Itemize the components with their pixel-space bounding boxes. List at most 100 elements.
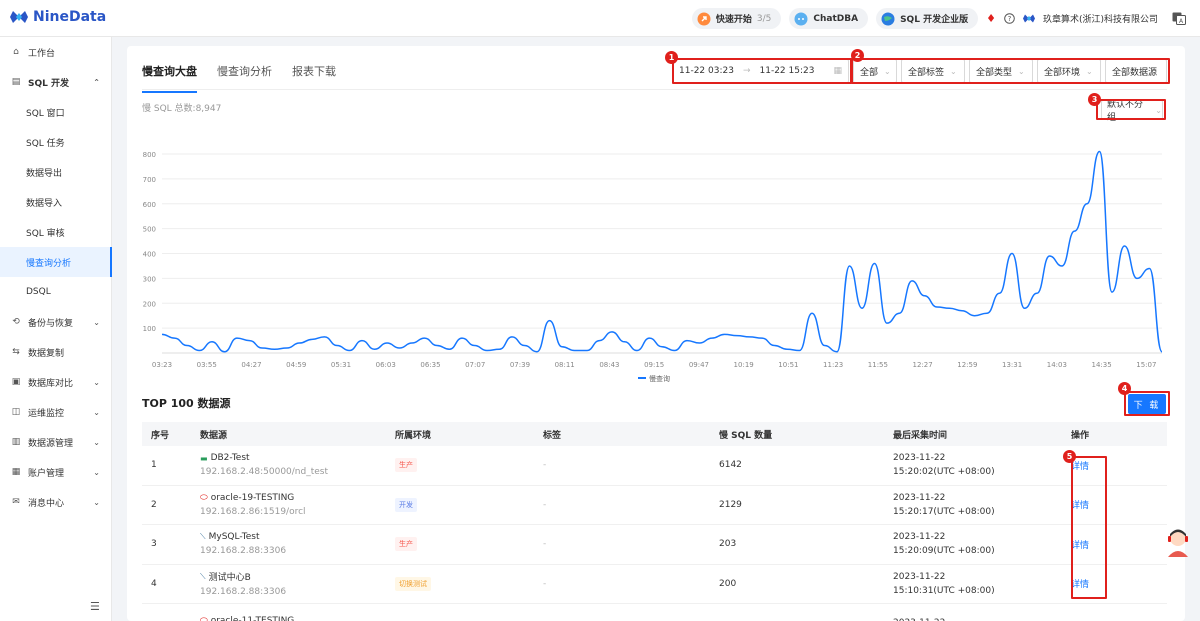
mysql-icon: ⟍	[200, 532, 206, 542]
cell-no: 1	[151, 460, 157, 471]
table-row: 2 ⬭ oracle-19-TESTING 192.168.2.86:1519/orc…	[142, 486, 1167, 525]
env-badge: 切换测试	[395, 576, 431, 591]
tag-select-value: 全部标签	[908, 67, 945, 78]
chevron-down-icon: ⌄	[1155, 105, 1162, 115]
brand-logo[interactable]: NineData	[10, 9, 106, 25]
sidebar-item-label: SQL 窗口	[26, 108, 65, 119]
sidebar-item-slow-query[interactable]: 慢查询分析	[0, 247, 112, 277]
x-tick-label: 09:47	[689, 361, 709, 369]
datasource-name[interactable]: ▬ DB2-Test	[200, 453, 395, 463]
x-tick-label: 15:07	[1136, 361, 1156, 369]
sidebar-item-label: 数据源管理	[28, 438, 74, 449]
slow-sql-total: 慢 SQL 总数:8,947	[142, 104, 222, 114]
cell-last-time: 2023-11-22 15:20:02(UTC +08:00)	[893, 451, 1071, 479]
date-end[interactable]: 11-22 15:23	[760, 66, 815, 76]
translate-icon[interactable]: A	[1172, 12, 1186, 25]
annotation-badge-5: 5	[1063, 450, 1076, 463]
sidebar-item-sql-audit[interactable]: SQL 审核	[0, 217, 112, 247]
collapse-menu-icon[interactable]: ☰	[90, 600, 100, 613]
cell-env: 生产	[395, 537, 543, 552]
x-tick-label: 05:31	[331, 361, 351, 369]
detail-link[interactable]: 详情	[1071, 577, 1167, 590]
datasource-name[interactable]: ⟍ 测试中心B	[200, 570, 395, 584]
datasource-name[interactable]: ⬭oracle-11-TESTING	[200, 616, 395, 621]
slow-query-chart: 100 200 300 400 500 600 700 800 03:23 03:55 04:27 0…	[127, 141, 1185, 391]
detail-link[interactable]: 详情	[1071, 538, 1167, 551]
cell-datasource: ⬭ oracle-19-TESTING 192.168.2.86:1519/orcl	[200, 493, 395, 517]
date-range-picker[interactable]: 11-22 03:23 → 11-22 15:23 ▦	[672, 59, 849, 83]
x-tick-label: 07:39	[510, 361, 530, 369]
datasource-host: 192.168.2.88:3306	[200, 587, 287, 598]
datasource-select[interactable]: 全部数据源	[1105, 59, 1167, 83]
cell-tag: -	[543, 460, 547, 471]
notification-icon[interactable]: ♦	[986, 12, 996, 25]
sidebar-item-message[interactable]: ✉ 消息中心 ⌄	[0, 487, 112, 517]
chatdba-button[interactable]: ChatDBA	[789, 8, 869, 29]
legend-label: 慢查询	[649, 374, 670, 383]
x-tick-label: 12:27	[913, 361, 933, 369]
chevron-down-icon: ⌄	[1086, 66, 1093, 76]
cell-last-time: 2023-11-22 15:10:31(UTC +08:00)	[893, 570, 1071, 598]
y-tick-label: 300	[143, 275, 156, 283]
sidebar-item-label: 消息中心	[28, 498, 65, 509]
type-select[interactable]: 全部类型 ⌄	[969, 59, 1033, 83]
x-tick-label: 04:59	[286, 361, 306, 369]
download-button[interactable]: 下 载	[1128, 394, 1166, 414]
sidebar-item-label: SQL 开发	[28, 78, 70, 89]
chevron-down-icon: ⌄	[884, 66, 891, 76]
sidebar-item-data-export[interactable]: 数据导出	[0, 157, 112, 187]
sidebar-item-account[interactable]: ▦ 账户管理 ⌄	[0, 457, 112, 487]
cell-slow-count: 200	[719, 578, 737, 589]
sidebar-item-sql-window[interactable]: SQL 窗口	[0, 97, 112, 127]
detail-link[interactable]: 详情	[1071, 498, 1167, 511]
datasource-host: 192.168.2.86:1519/orcl	[200, 506, 306, 517]
sidebar-item-monitor[interactable]: ◫ 运维监控 ⌄	[0, 397, 112, 427]
assistant-avatar[interactable]	[1165, 527, 1191, 557]
chevron-down-icon: ⌄	[950, 66, 957, 76]
cell-datasource: ⟍ 测试中心B 192.168.2.88:3306	[200, 570, 395, 598]
sidebar-item-replication[interactable]: ⇆ 数据复制	[0, 337, 112, 367]
datasource-name[interactable]: ⟍ MySQL-Test	[200, 532, 395, 542]
datasource-table: 序号 数据源 所属环境 标签 慢 SQL 数量 最后采集时间 操作 1 ▬ DB2-…	[142, 422, 1167, 621]
x-tick-label: 11:55	[868, 361, 888, 369]
env-badge: 生产	[395, 458, 417, 473]
sidebar-item-workbench[interactable]: ⌂ 工作台	[0, 37, 112, 67]
chevron-down-icon: ⌄	[93, 407, 100, 417]
cell-no: 4	[151, 578, 157, 589]
quick-start-button[interactable]: 快速开始 3/5	[691, 8, 782, 29]
cell-tag: -	[543, 539, 547, 550]
cell-datasource: ⬭oracle-11-TESTING	[200, 616, 395, 621]
sidebar-item-backup[interactable]: ⟲ 备份与恢复 ⌄	[0, 307, 112, 337]
edition-button[interactable]: SQL 开发企业版	[876, 8, 979, 29]
env-select[interactable]: 全部环境 ⌄	[1037, 59, 1101, 83]
chevron-up-icon: ⌃	[93, 77, 100, 87]
last-time-date: 2023-11-22	[893, 571, 946, 582]
top-bar: NineData 快速开始 3/5 ChatDBA SQL 开发企业版 ♦ ?	[0, 0, 1200, 37]
sidebar-item-label: 备份与恢复	[28, 318, 74, 329]
help-icon[interactable]: ?	[1004, 13, 1015, 24]
last-time-date: 2023-11-22	[893, 616, 1071, 621]
scope-select[interactable]: 全部 ⌄	[853, 59, 897, 83]
sidebar-item-datasource[interactable]: ▥ 数据源管理 ⌄	[0, 427, 112, 457]
sidebar-item-compare[interactable]: ▣ 数据库对比 ⌄	[0, 367, 112, 397]
sidebar-item-sql-dev[interactable]: ▤ SQL 开发 ⌃	[0, 67, 112, 97]
y-tick-label: 700	[143, 176, 156, 184]
sidebar-item-dsql[interactable]: DSQL	[0, 277, 112, 307]
oracle-icon: ⬭	[200, 616, 208, 621]
detail-link[interactable]: 详情	[1071, 459, 1167, 472]
cell-tag: -	[543, 578, 547, 589]
arrow-right-icon: →	[742, 66, 751, 76]
datasource-name-text: oracle-11-TESTING	[211, 616, 295, 621]
x-tick-label: 08:43	[599, 361, 619, 369]
tag-select[interactable]: 全部标签 ⌄	[901, 59, 965, 83]
datasource-name[interactable]: ⬭ oracle-19-TESTING	[200, 493, 395, 503]
date-start[interactable]: 11-22 03:23	[679, 66, 734, 76]
datasource-name-text: MySQL-Test	[208, 532, 260, 543]
company-name[interactable]: 玖章算术(浙江)科技有限公司	[1043, 12, 1158, 25]
sidebar-item-sql-task[interactable]: SQL 任务	[0, 127, 112, 157]
table-row: 4 ⟍ 测试中心B 192.168.2.88:3306 切换测试 - 200 2023-11-…	[142, 565, 1167, 604]
sidebar-item-data-import[interactable]: 数据导入	[0, 187, 112, 217]
datasource-name-text: 测试中心B	[208, 573, 251, 584]
group-select[interactable]: 默认不分组 ⌄	[1101, 100, 1163, 123]
table-row: 1 ▬ DB2-Test 192.168.2.48:50000/nd_test 生产 - 6…	[142, 446, 1167, 486]
